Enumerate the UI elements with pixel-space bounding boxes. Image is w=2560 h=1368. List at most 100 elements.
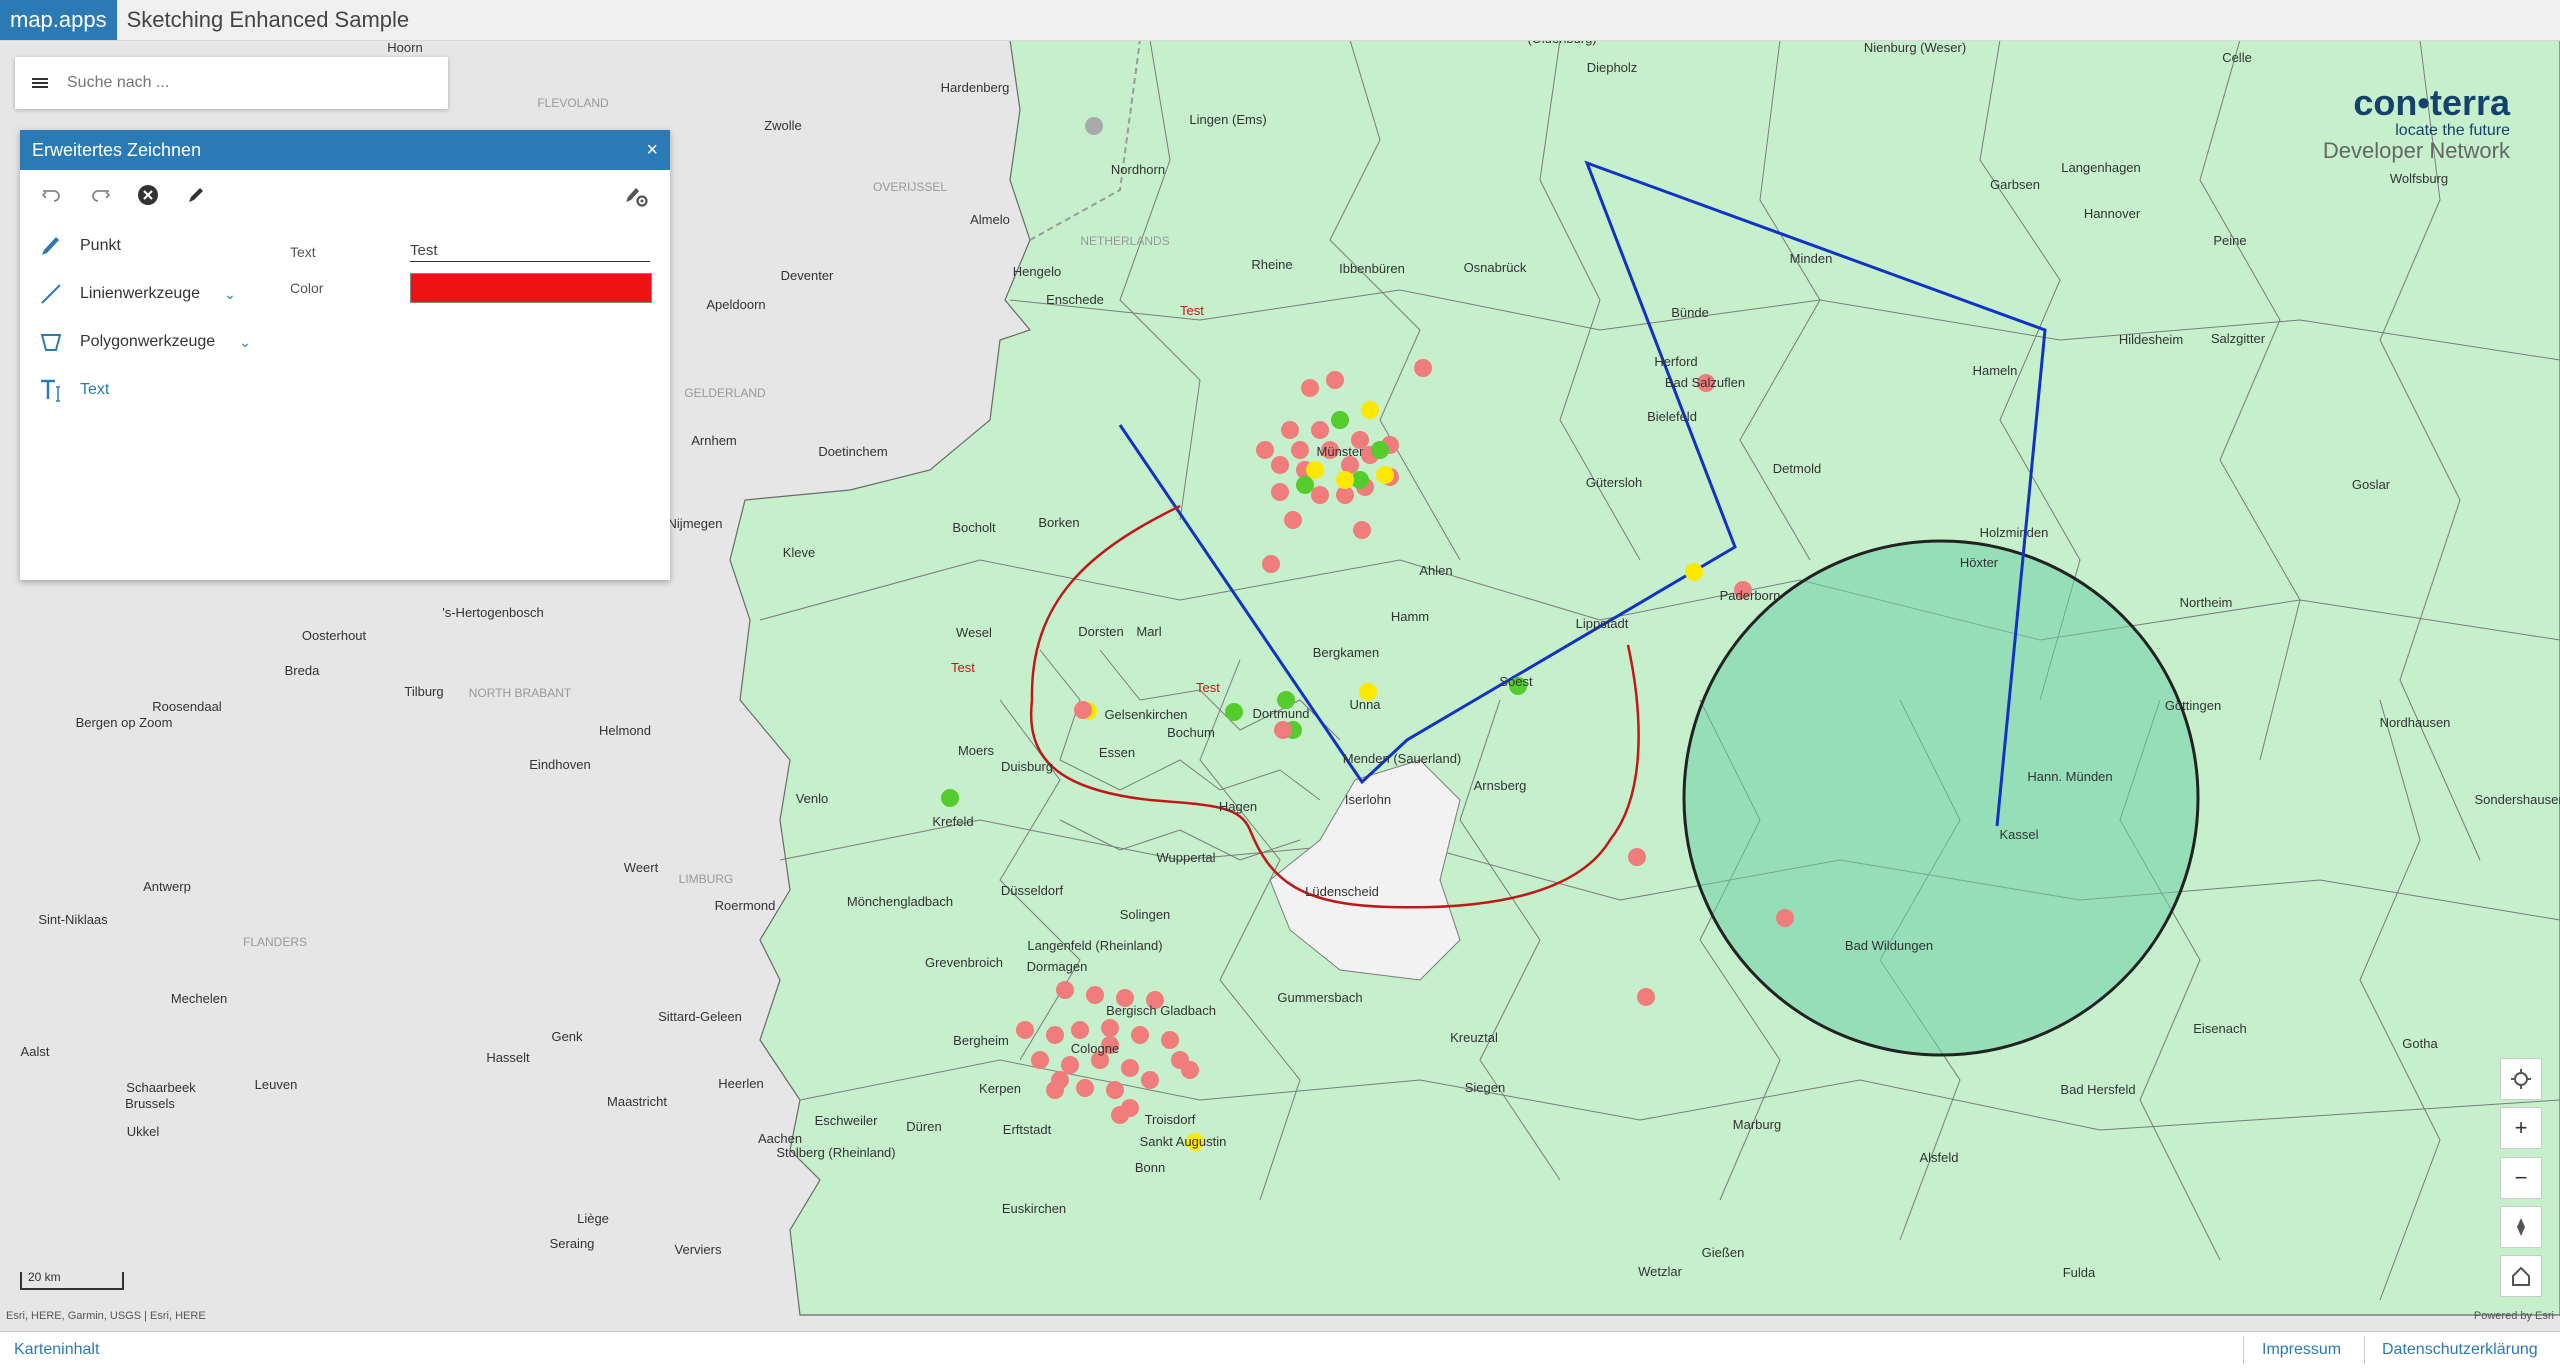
sketch-point[interactable] (1076, 1079, 1094, 1097)
datenschutz-link[interactable]: Datenschutzerklärung (2382, 1341, 2538, 1359)
sketch-point[interactable] (1414, 359, 1432, 377)
search-input[interactable] (65, 73, 429, 93)
place-label: Bergen op Zoom (76, 715, 173, 730)
sketch-point[interactable] (1131, 1026, 1149, 1044)
powered-by-esri[interactable]: Powered by Esri (2474, 1310, 2554, 1322)
sketch-point[interactable] (1101, 1019, 1119, 1037)
sketch-point[interactable] (1336, 471, 1354, 489)
sketch-point[interactable] (1051, 1071, 1069, 1089)
sketch-point[interactable] (1284, 511, 1302, 529)
sketch-point[interactable] (1121, 1099, 1139, 1117)
sketch-point[interactable] (1281, 421, 1299, 439)
sketch-point[interactable] (1016, 1021, 1034, 1039)
chevron-down-icon[interactable]: ⌄ (239, 334, 251, 351)
undo-icon[interactable] (36, 179, 68, 211)
tool-punkt[interactable]: Punkt (20, 222, 280, 270)
zoom-out-icon[interactable]: − (2500, 1157, 2542, 1199)
crosshair-icon[interactable] (2500, 1058, 2542, 1100)
app-brand[interactable]: map.apps (0, 0, 117, 40)
sketching-panel: Erweitertes Zeichnen × Punkt Linienwerkz… (20, 130, 670, 580)
sketch-point[interactable] (1274, 721, 1292, 739)
place-label: Bielefeld (1647, 409, 1697, 424)
sketch-point[interactable] (1031, 1051, 1049, 1069)
place-label: Sondershausen (2474, 792, 2560, 807)
place-label: Bergisch Gladbach (1106, 1003, 1216, 1018)
zoom-in-icon[interactable]: + (2500, 1107, 2542, 1149)
annotation-test-1[interactable]: Test (1180, 303, 1204, 318)
sketch-point[interactable] (1256, 441, 1274, 459)
sketch-point[interactable] (1121, 1059, 1139, 1077)
sketch-point[interactable] (1086, 986, 1104, 1004)
attribution: Esri, HERE, Garmin, USGS | Esri, HERE (6, 1310, 206, 1322)
text-icon (36, 375, 66, 405)
sketch-point[interactable] (1046, 1026, 1064, 1044)
circle-sketch[interactable] (1682, 539, 2200, 1057)
sketch-point[interactable] (1071, 1021, 1089, 1039)
sketch-point[interactable] (1326, 371, 1344, 389)
sketch-point[interactable] (1271, 483, 1289, 501)
sketch-point[interactable] (1371, 441, 1389, 459)
sketch-point[interactable] (1628, 848, 1646, 866)
place-label: Holzminden (1980, 525, 2049, 540)
sketch-point[interactable] (1296, 476, 1314, 494)
close-icon[interactable]: × (646, 139, 658, 162)
place-label: Oosterhout (302, 628, 367, 643)
place-label: Salzgitter (2211, 331, 2266, 346)
sketch-point[interactable] (1225, 703, 1243, 721)
place-label: Gelsenkirchen (1104, 707, 1187, 722)
sketch-point[interactable] (1353, 521, 1371, 539)
sketch-point[interactable] (1776, 909, 1794, 927)
place-label: Ahlen (1419, 563, 1452, 578)
place-label: Genk (551, 1029, 583, 1044)
settings-icon[interactable] (620, 179, 652, 211)
place-label: Kassel (1999, 827, 2038, 842)
annotation-test-2[interactable]: Test (951, 660, 975, 675)
footer-bar: Karteninhalt Impressum Datenschutzerklär… (0, 1331, 2560, 1368)
sketch-point[interactable] (1311, 421, 1329, 439)
edit-icon[interactable] (180, 179, 212, 211)
chevron-down-icon[interactable]: ⌄ (224, 286, 236, 303)
search-box[interactable] (15, 57, 448, 109)
sketch-point[interactable] (1685, 563, 1703, 581)
karteninhalt-link[interactable]: Karteninhalt (14, 1341, 99, 1359)
place-label: Verviers (675, 1242, 722, 1257)
sketch-point[interactable] (1306, 461, 1324, 479)
sketch-point[interactable] (1301, 379, 1319, 397)
tool-text[interactable]: Text (20, 366, 280, 414)
place-label: Göttingen (2165, 698, 2221, 713)
place-label: Bergkamen (1313, 645, 1379, 660)
sketch-point[interactable] (1161, 1031, 1179, 1049)
impressum-link[interactable]: Impressum (2262, 1341, 2341, 1359)
sketch-point[interactable] (1061, 1056, 1079, 1074)
sketch-point[interactable] (1085, 117, 1103, 135)
sketch-point[interactable] (1331, 411, 1349, 429)
sketch-point[interactable] (941, 789, 959, 807)
sketch-point[interactable] (1291, 441, 1309, 459)
annotation-test-3[interactable]: Test (1196, 680, 1220, 695)
home-icon[interactable] (2500, 1255, 2542, 1297)
tool-label: Text (80, 381, 110, 398)
tool-linienwerkzeuge[interactable]: Linienwerkzeuge ⌄ (20, 270, 280, 318)
redo-icon[interactable] (84, 179, 116, 211)
sketch-point[interactable] (1637, 988, 1655, 1006)
sketch-point[interactable] (1361, 401, 1379, 419)
place-label: Wesel (956, 625, 992, 640)
sketch-point[interactable] (1262, 555, 1280, 573)
menu-icon[interactable] (15, 57, 65, 109)
compass-icon[interactable] (2500, 1206, 2542, 1248)
place-label: Gütersloh (1586, 475, 1642, 490)
color-swatch[interactable] (410, 273, 652, 303)
sketch-point[interactable] (1181, 1061, 1199, 1079)
sketch-point[interactable] (1056, 981, 1074, 999)
sketch-point[interactable] (1141, 1071, 1159, 1089)
sketch-point[interactable] (1376, 466, 1394, 484)
text-input[interactable]: Test (410, 242, 650, 262)
cancel-icon[interactable] (132, 179, 164, 211)
text-properties: Text Test Color (290, 234, 670, 306)
sketch-point[interactable] (1311, 486, 1329, 504)
sketch-point[interactable] (1106, 1081, 1124, 1099)
sketch-point[interactable] (1074, 701, 1092, 719)
tool-polygonwerkzeuge[interactable]: Polygonwerkzeuge ⌄ (20, 318, 280, 366)
sketch-point[interactable] (1271, 456, 1289, 474)
tool-label: Linienwerkzeuge (80, 285, 201, 302)
